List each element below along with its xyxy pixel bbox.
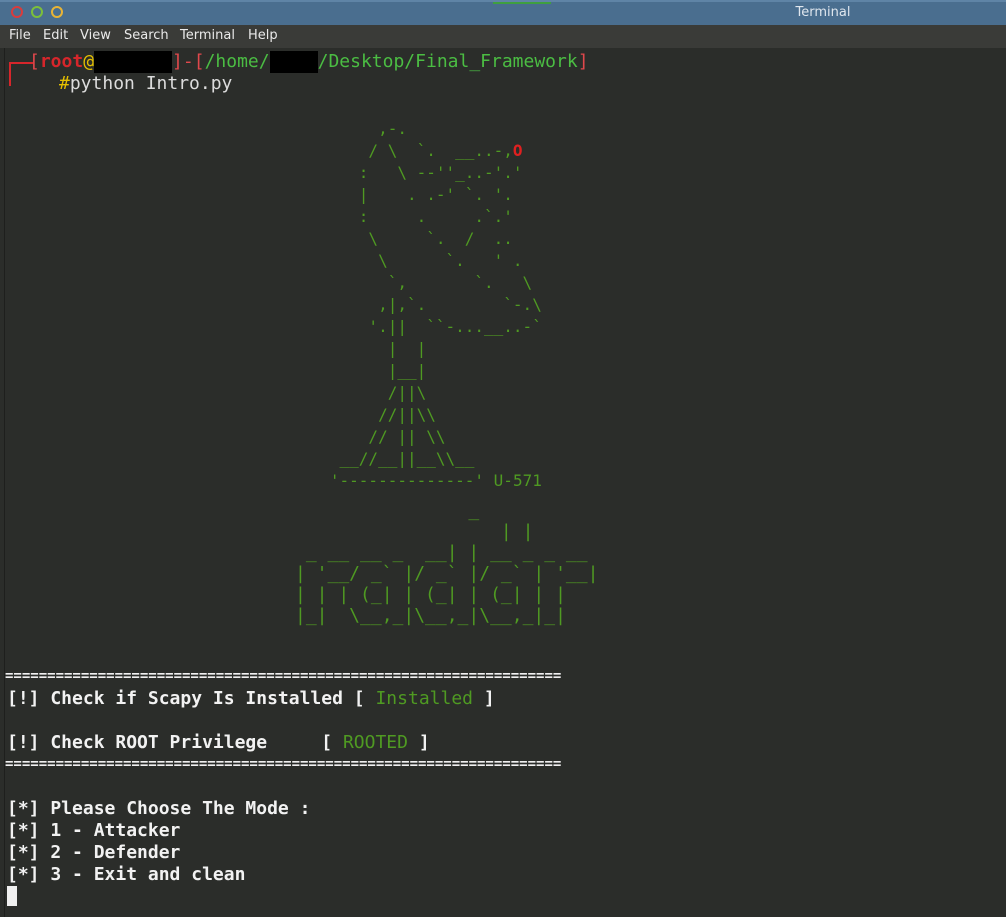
prompt-path-2: /Desktop/Final_Framework	[317, 51, 578, 72]
logo-line: |_| \__,_|\__,_|\__,_|_|	[295, 605, 566, 626]
mode-option-defender: [*] 2 - Defender	[7, 842, 181, 863]
separator-bottom: ========================================…	[5, 756, 562, 772]
menu-file[interactable]: File	[9, 28, 31, 43]
redacted-username	[269, 51, 318, 73]
art-line: \ `. ' .	[301, 251, 523, 270]
prompt-at: @	[83, 51, 95, 72]
scapy-status: Installed	[375, 688, 474, 709]
art-line: ,|,`. `-.\	[301, 295, 542, 314]
close-bracket: ]	[473, 688, 495, 709]
art-line: ,-.	[301, 119, 407, 138]
art-line: //||\\	[301, 405, 436, 424]
menu-help[interactable]: Help	[248, 28, 278, 43]
dish-marker: O	[512, 141, 523, 160]
art-line: | |	[301, 339, 427, 358]
terminal-area[interactable]: [root@]-[/home//Desktop/Final_Framework]…	[4, 48, 1006, 917]
logo-line: _	[295, 500, 480, 521]
menubar: File Edit View Search Terminal Help	[0, 25, 1006, 48]
art-line: : . .`.'	[301, 207, 513, 226]
menu-view[interactable]: View	[80, 28, 111, 43]
art-line-text: '--------------'	[301, 471, 485, 490]
art-line: / \ `. __..-,O	[301, 140, 542, 162]
scapy-check-label: [!] Check if Scapy Is Installed [	[7, 688, 376, 709]
menu-edit[interactable]: Edit	[43, 28, 68, 43]
menu-terminal[interactable]: Terminal	[180, 28, 235, 43]
radar-logo-art: _ | | _ __ __ _ __| | __ _ _ __ | '__/ _`…	[295, 500, 598, 626]
art-line: | . .-' `. '.	[301, 185, 513, 204]
prompt-path-1: /home/	[204, 51, 270, 72]
art-line: '--------------' U-571	[301, 470, 542, 492]
art-line: : \ --''_..-'.'	[301, 163, 523, 182]
root-check-label: [!] Check ROOT Privilege [	[7, 732, 343, 753]
root-check-line: [!] Check ROOT Privilege [ ROOTED ]	[7, 732, 430, 753]
menu-search[interactable]: Search	[124, 28, 169, 43]
mode-option-exit: [*] 3 - Exit and clean	[7, 864, 246, 885]
top-strip	[493, 2, 551, 4]
satellite-dish-art: ,-. / \ `. __..-,O : \ --''_..-'.' | . .…	[301, 118, 542, 492]
art-line-text: / \ `. __..-,	[301, 141, 513, 160]
close-bracket: ]	[407, 732, 430, 753]
terminal-cursor[interactable]	[7, 886, 17, 906]
art-line: `, `. \	[301, 273, 533, 292]
logo-line: | | | (_| | (_| | (_| | |	[295, 584, 566, 605]
art-line: __//__||__\\__	[301, 449, 475, 468]
art-line: |__|	[301, 361, 427, 380]
prompt-dash: -	[182, 51, 194, 72]
art-line: '.|| ``-...__..-`	[301, 317, 542, 336]
window-titlebar[interactable]: Terminal	[0, 0, 1006, 25]
command-text: python Intro.py	[69, 73, 233, 94]
root-status: ROOTED	[342, 732, 408, 753]
art-line: /||\	[301, 383, 427, 402]
prompt-hash: #	[59, 73, 70, 94]
art-line: \ `. / ..	[301, 229, 513, 248]
command-line: #python Intro.py	[59, 73, 232, 94]
scapy-check-line: [!] Check if Scapy Is Installed [ Instal…	[7, 688, 495, 709]
mode-option-attacker: [*] 1 - Attacker	[7, 820, 181, 841]
prompt-user: root	[39, 51, 84, 72]
logo-line: _ __ __ _ __| | __ _ _ __	[295, 542, 588, 563]
separator-top: ========================================…	[5, 668, 562, 684]
prompt-line: [root@]-[/home//Desktop/Final_Framework]	[29, 51, 589, 73]
art-line: // || \\	[301, 427, 446, 446]
logo-line: | |	[295, 521, 534, 542]
u571-tag: U-571	[493, 471, 542, 490]
window-title: Terminal	[795, 5, 851, 20]
logo-line: | '__/ _` |/ _` |/ _` | '__|	[295, 563, 599, 584]
mode-prompt: [*] Please Choose The Mode :	[7, 798, 311, 819]
redacted-hostname	[94, 51, 173, 73]
